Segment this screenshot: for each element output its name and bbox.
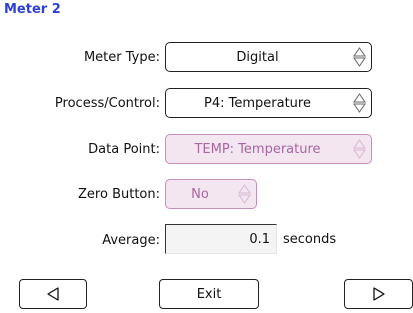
average-label: Average: [102, 233, 160, 248]
data-point-label: Data Point: [88, 142, 160, 157]
left-triangle-icon [47, 287, 59, 301]
right-triangle-icon [372, 287, 385, 301]
up-down-arrows-icon [353, 47, 366, 67]
process-control-label: Process/Control: [54, 96, 160, 111]
average-value: 0.1 [249, 231, 270, 247]
next-button[interactable] [344, 279, 413, 309]
average-input[interactable]: 0.1 [165, 224, 277, 254]
meter-type-value: Digital [236, 49, 279, 65]
up-down-arrows-icon [353, 93, 366, 113]
data-point-value: TEMP: Temperature [194, 141, 321, 157]
average-unit: seconds [283, 232, 337, 247]
exit-button-label: Exit [196, 286, 222, 302]
previous-button[interactable] [19, 279, 87, 309]
process-control-select[interactable]: P4: Temperature [165, 88, 372, 118]
up-down-arrows-icon [238, 184, 251, 204]
process-control-value: P4: Temperature [204, 95, 311, 111]
meter-type-select[interactable]: Digital [165, 42, 372, 72]
page-title: Meter 2 [4, 2, 61, 17]
data-point-select: TEMP: Temperature [165, 134, 372, 164]
zero-button-value: No [191, 186, 209, 202]
exit-button[interactable]: Exit [159, 279, 259, 309]
zero-button-select: No [165, 179, 257, 209]
up-down-arrows-icon [353, 139, 366, 159]
zero-button-label: Zero Button: [78, 187, 160, 202]
meter-type-label: Meter Type: [83, 50, 160, 65]
